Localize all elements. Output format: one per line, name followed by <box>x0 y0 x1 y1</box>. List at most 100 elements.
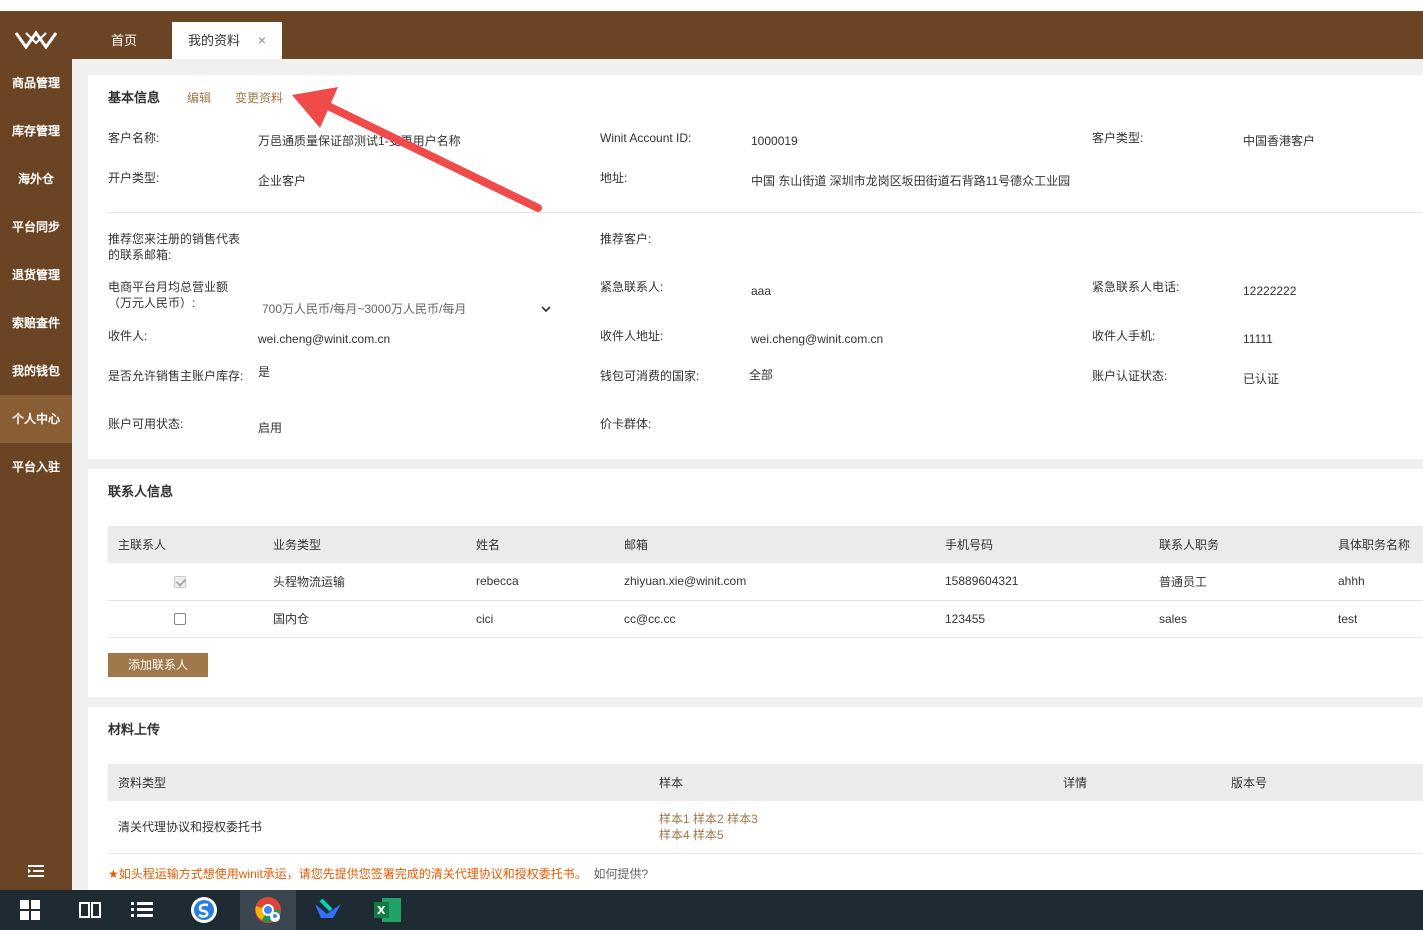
referrer-label: 推荐客户: <box>600 232 652 246</box>
tab-home[interactable]: 首页 <box>96 22 152 59</box>
col-biz-type: 业务类型 <box>263 526 466 563</box>
sample-link-5[interactable]: 样本5 <box>693 828 724 842</box>
table-row: 清关代理协议和授权委托书 样本1 样本2 样本3 样本4 样本5 <box>108 801 1423 854</box>
allow-sell-label: 是否允许销售主账户库存: <box>108 369 244 383</box>
emergency-phone-label: 紧急联系人电话: <box>1092 280 1180 294</box>
chevron-down-icon <box>541 306 551 313</box>
sample-link-1[interactable]: 样本1 <box>659 812 690 826</box>
list-app-icon[interactable] <box>118 890 166 930</box>
change-info-button[interactable]: 变更资料 <box>235 89 283 106</box>
add-contact-button[interactable]: 添加联系人 <box>108 653 208 677</box>
sample-link-3[interactable]: 样本3 <box>727 812 758 826</box>
price-group-label: 价卡群体: <box>600 417 652 431</box>
receiver-phone-label: 收件人手机: <box>1092 329 1156 343</box>
cell-version <box>1221 801 1423 854</box>
receiver-value: wei.cheng@winit.com.cn <box>258 332 391 346</box>
table-row: 头程物流运输 rebecca zhiyuan.xie@winit.com 158… <box>108 563 1423 601</box>
cell-doc-type: 清关代理协议和授权委托书 <box>108 801 649 854</box>
cell-biz: 国内仓 <box>263 600 466 638</box>
cell-email: cc@cc.cc <box>614 600 935 638</box>
col-phone: 手机号码 <box>935 526 1149 563</box>
how-to-provide-link[interactable]: 如何提供? <box>593 867 648 881</box>
windows-start-icon[interactable] <box>6 890 54 930</box>
cell-title: ahhh <box>1328 563 1423 601</box>
sogou-input-icon[interactable] <box>180 890 228 930</box>
auth-status-label: 账户认证状态: <box>1092 369 1168 383</box>
primary-checkbox[interactable] <box>174 576 186 589</box>
sample-link-4[interactable]: 样本4 <box>659 828 690 842</box>
close-icon[interactable]: × <box>258 22 266 59</box>
receiver-address-label: 收件人地址: <box>600 329 664 343</box>
open-type-label: 开户类型: <box>108 171 160 185</box>
basic-info-card: 基本信息 编辑 变更资料 客户名称: 万邑通质量保证部测试1-变更用户名称 Wi… <box>88 75 1423 459</box>
customer-type-label: 客户类型: <box>1092 131 1144 145</box>
auth-status-value: 已认证 <box>1243 372 1280 386</box>
materials-table: 资料类型 样本 详情 版本号 清关代理协议和授权委托书 样本1 样本2 样本3 … <box>108 764 1423 854</box>
sidebar-item-overseas[interactable]: 海外仓 <box>0 155 72 203</box>
winit-logo-icon[interactable] <box>14 29 58 51</box>
contacts-table: 主联系人 业务类型 姓名 邮箱 手机号码 联系人职务 具体职务名称 头程物流运输… <box>108 526 1423 638</box>
sidebar-item-returns[interactable]: 退货管理 <box>0 251 72 299</box>
basic-info-title: 基本信息 <box>108 90 161 105</box>
col-title: 具体职务名称 <box>1328 526 1423 563</box>
account-id-label: Winit Account ID: <box>600 131 692 145</box>
taskbar: X <box>0 890 1423 930</box>
sidebar-item-platform-sync[interactable]: 平台同步 <box>0 203 72 251</box>
col-doc-type: 资料类型 <box>108 764 649 801</box>
cell-role: sales <box>1149 600 1328 638</box>
task-view-icon[interactable] <box>66 890 114 930</box>
cell-name: rebecca <box>466 563 614 601</box>
sidebar-item-wallet[interactable]: 我的钱包 <box>0 347 72 395</box>
receiver-phone-value: 11111 <box>1243 332 1273 346</box>
sidebar-item-products[interactable]: 商品管理 <box>0 59 72 107</box>
open-type-value: 企业客户 <box>258 174 307 188</box>
cell-phone: 15889604321 <box>935 563 1149 601</box>
receiver-address-value: wei.cheng@winit.com.cn <box>751 332 884 346</box>
excel-icon[interactable]: X <box>364 890 412 930</box>
materials-card: 材料上传 资料类型 样本 详情 版本号 清关代理协议和授权委托书 样本1 样本2… <box>88 707 1423 890</box>
contacts-card: 联系人信息 主联系人 业务类型 姓名 邮箱 手机号码 联系人职务 具体职务名称 … <box>88 469 1423 697</box>
customer-type-value: 中国香港客户 <box>1243 134 1316 148</box>
revenue-select-value: 700万人民币/每月~3000万人民币/每月 <box>262 302 467 316</box>
col-version: 版本号 <box>1221 764 1423 801</box>
tab-profile-label: 我的资料 <box>188 33 241 48</box>
chrome-icon[interactable] <box>240 890 296 930</box>
revenue-select[interactable]: 700万人民币/每月~3000万人民币/每月 <box>258 296 558 322</box>
edit-button[interactable]: 编辑 <box>187 89 211 106</box>
sidebar: 商品管理 库存管理 海外仓 平台同步 退货管理 索赔查件 我的钱包 个人中心 平… <box>0 11 72 890</box>
sidebar-item-platform-join[interactable]: 平台入驻 <box>0 443 72 491</box>
contacts-title: 联系人信息 <box>108 484 174 499</box>
address-label: 地址: <box>600 171 628 185</box>
svg-text:X: X <box>377 904 386 917</box>
customer-name-label: 客户名称: <box>108 131 160 145</box>
sidebar-item-inventory[interactable]: 库存管理 <box>0 107 72 155</box>
emergency-phone-value: 12222222 <box>1243 284 1297 298</box>
collapse-menu-icon[interactable] <box>28 864 44 878</box>
primary-checkbox[interactable] <box>174 613 186 626</box>
cell-biz: 头程物流运输 <box>263 563 466 601</box>
sidebar-item-personal-center[interactable]: 个人中心 <box>0 395 72 443</box>
available-status-label: 账户可用状态: <box>108 417 184 431</box>
col-sample: 样本 <box>649 764 1053 801</box>
col-detail: 详情 <box>1053 764 1221 801</box>
col-email: 邮箱 <box>614 526 935 563</box>
cell-title: test <box>1328 600 1423 638</box>
col-role: 联系人职务 <box>1149 526 1328 563</box>
customer-name-value: 万邑通质量保证部测试1-变更用户名称 <box>258 134 461 148</box>
revenue-label: 电商平台月均总营业额（万元人民币）: <box>108 280 229 310</box>
cell-email: zhiyuan.xie@winit.com <box>614 563 935 601</box>
cell-role: 普通员工 <box>1149 563 1328 601</box>
main-content: 基本信息 编辑 变更资料 客户名称: 万邑通质量保证部测试1-变更用户名称 Wi… <box>72 59 1423 890</box>
sample-link-2[interactable]: 样本2 <box>693 812 724 826</box>
top-strip <box>0 0 1423 11</box>
upload-note: ★如头程运输方式想使用winit承运，请您先提供您签署完成的清关代理协议和授权委… <box>108 865 648 882</box>
table-row: 国内仓 cici cc@cc.cc 123455 sales test <box>108 600 1423 638</box>
wallet-country-value: 全部 <box>749 368 774 382</box>
cell-phone: 123455 <box>935 600 1149 638</box>
tab-profile[interactable]: 我的资料 × <box>172 22 282 59</box>
account-id-value: 1000019 <box>751 134 798 148</box>
wallet-country-label: 钱包可消费的国家: <box>600 369 700 383</box>
cell-detail <box>1053 801 1221 854</box>
sidebar-item-claims[interactable]: 索赔查件 <box>0 299 72 347</box>
feishu-icon[interactable] <box>304 890 352 930</box>
